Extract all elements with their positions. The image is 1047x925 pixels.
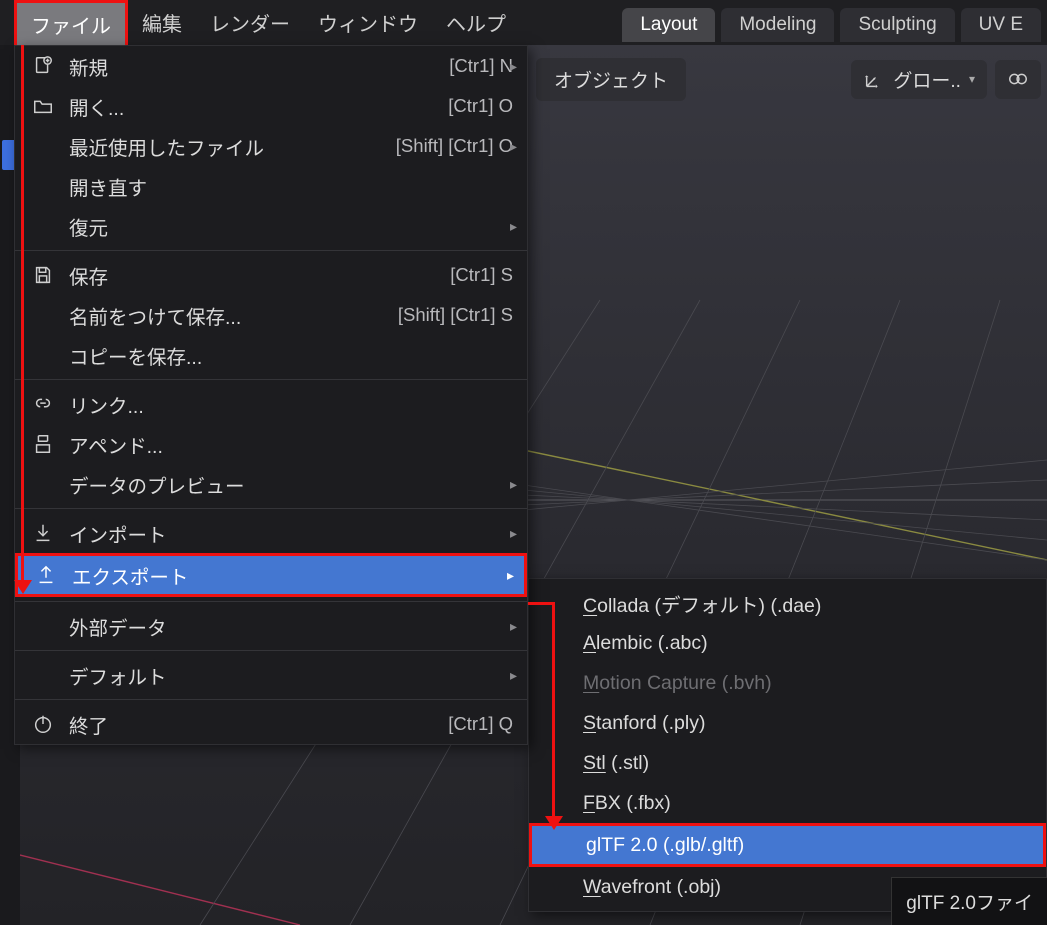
menu-recover-label: 復元 bbox=[69, 212, 108, 241]
menu-append[interactable]: アペンド... bbox=[15, 424, 527, 464]
separator bbox=[15, 250, 527, 251]
menu-revert[interactable]: 開き直す bbox=[15, 166, 527, 206]
snap-toggle[interactable] bbox=[995, 60, 1041, 99]
export-stanford[interactable]: Stanford (.ply) bbox=[529, 703, 1046, 743]
tab-modeling[interactable]: Modeling bbox=[721, 8, 834, 42]
chevron-down-icon: ▾ bbox=[969, 72, 975, 86]
menu-saveas[interactable]: 名前をつけて保存... [Shift] [Ctr1] S bbox=[15, 295, 527, 335]
separator bbox=[15, 699, 527, 700]
menu-save-label: 保存 bbox=[69, 261, 108, 290]
menu-saveas-label: 名前をつけて保存... bbox=[69, 301, 241, 330]
menu-saveas-shortcut: [Shift] [Ctr1] S bbox=[398, 304, 513, 326]
menu-render[interactable]: レンダー bbox=[196, 0, 304, 45]
menu-savecopy-label: コピーを保存... bbox=[69, 341, 202, 370]
new-icon bbox=[31, 54, 55, 78]
workspace-tabs: Layout Modeling Sculpting UV E bbox=[616, 0, 1047, 45]
menu-open-label: 開く... bbox=[69, 92, 124, 121]
menu-revert-label: 開き直す bbox=[69, 172, 147, 201]
menu-recover[interactable]: 復元 bbox=[15, 206, 527, 246]
menu-preview-label: データのプレビュー bbox=[69, 470, 245, 499]
menu-edit[interactable]: 編集 bbox=[128, 0, 196, 45]
menu-import[interactable]: インポート bbox=[15, 513, 527, 553]
menu-new[interactable]: 新規 [Ctr1] N bbox=[15, 46, 527, 86]
export-gltf[interactable]: glTF 2.0 (.glb/.gltf) bbox=[529, 823, 1046, 867]
separator bbox=[15, 601, 527, 602]
folder-icon bbox=[31, 94, 55, 118]
export-mocap: Motion Capture (.bvh) bbox=[529, 663, 1046, 703]
menu-help[interactable]: ヘルプ bbox=[432, 0, 520, 45]
menu-quit-shortcut: [Ctr1] Q bbox=[448, 713, 513, 735]
menu-link-label: リンク... bbox=[69, 390, 144, 419]
export-collada[interactable]: Collada (デフォルト) (.dae) bbox=[529, 583, 1046, 623]
export-fbx[interactable]: FBX (.fbx) bbox=[529, 783, 1046, 823]
transform-orientation[interactable]: グロー.. ▾ bbox=[851, 60, 987, 99]
menu-quit[interactable]: 終了 [Ctr1] Q bbox=[15, 704, 527, 744]
tab-layout[interactable]: Layout bbox=[622, 8, 715, 42]
mode-object[interactable]: オブジェクト bbox=[536, 58, 686, 101]
import-icon bbox=[31, 521, 55, 545]
link-icon bbox=[31, 392, 55, 416]
tooltip: glTF 2.0ファイ bbox=[891, 877, 1047, 925]
menu-new-shortcut: [Ctr1] N bbox=[449, 55, 513, 77]
separator bbox=[15, 379, 527, 380]
menu-recent-shortcut: [Shift] [Ctr1] O bbox=[396, 135, 513, 157]
save-icon bbox=[31, 263, 55, 287]
menu-savecopy[interactable]: コピーを保存... bbox=[15, 335, 527, 375]
menu-defaults-label: デフォルト bbox=[69, 661, 167, 690]
menu-recent[interactable]: 最近使用したファイル [Shift] [Ctr1] O bbox=[15, 126, 527, 166]
orientation-icon bbox=[863, 68, 885, 90]
menu-quit-label: 終了 bbox=[69, 710, 108, 739]
separator bbox=[15, 650, 527, 651]
menubar: ファイル 編集 レンダー ウィンドウ ヘルプ Layout Modeling S… bbox=[0, 0, 1047, 45]
menu-window[interactable]: ウィンドウ bbox=[304, 0, 432, 45]
menu-defaults[interactable]: デフォルト bbox=[15, 655, 527, 695]
export-stl[interactable]: Stl (.stl) bbox=[529, 743, 1046, 783]
menu-external-label: 外部データ bbox=[69, 612, 167, 641]
power-icon bbox=[31, 712, 55, 736]
menu-link[interactable]: リンク... bbox=[15, 384, 527, 424]
menu-open-shortcut: [Ctr1] O bbox=[448, 95, 513, 117]
menu-export[interactable]: エクスポート bbox=[15, 553, 527, 597]
menu-new-label: 新規 bbox=[69, 52, 108, 81]
menu-external[interactable]: 外部データ bbox=[15, 606, 527, 646]
menu-recent-label: 最近使用したファイル bbox=[69, 132, 264, 161]
menu-file[interactable]: ファイル bbox=[14, 0, 128, 45]
export-alembic[interactable]: Alembic (.abc) bbox=[529, 623, 1046, 663]
menu-save-shortcut: [Ctr1] S bbox=[450, 264, 513, 286]
menu-open[interactable]: 開く... [Ctr1] O bbox=[15, 86, 527, 126]
orientation-label: グロー.. bbox=[893, 66, 961, 93]
menu-append-label: アペンド... bbox=[69, 430, 163, 459]
export-icon bbox=[34, 563, 58, 587]
menu-export-label: エクスポート bbox=[72, 561, 188, 590]
tab-uv[interactable]: UV E bbox=[961, 8, 1041, 42]
tab-sculpting[interactable]: Sculpting bbox=[840, 8, 954, 42]
menu-preview[interactable]: データのプレビュー bbox=[15, 464, 527, 504]
append-icon bbox=[31, 432, 55, 456]
menu-save[interactable]: 保存 [Ctr1] S bbox=[15, 255, 527, 295]
snap-icon bbox=[1007, 68, 1029, 90]
export-submenu: Collada (デフォルト) (.dae) Alembic (.abc) Mo… bbox=[528, 578, 1047, 912]
menu-import-label: インポート bbox=[69, 519, 167, 548]
file-menu-dropdown: 新規 [Ctr1] N 開く... [Ctr1] O 最近使用したファイル [S… bbox=[14, 45, 528, 745]
separator bbox=[15, 508, 527, 509]
